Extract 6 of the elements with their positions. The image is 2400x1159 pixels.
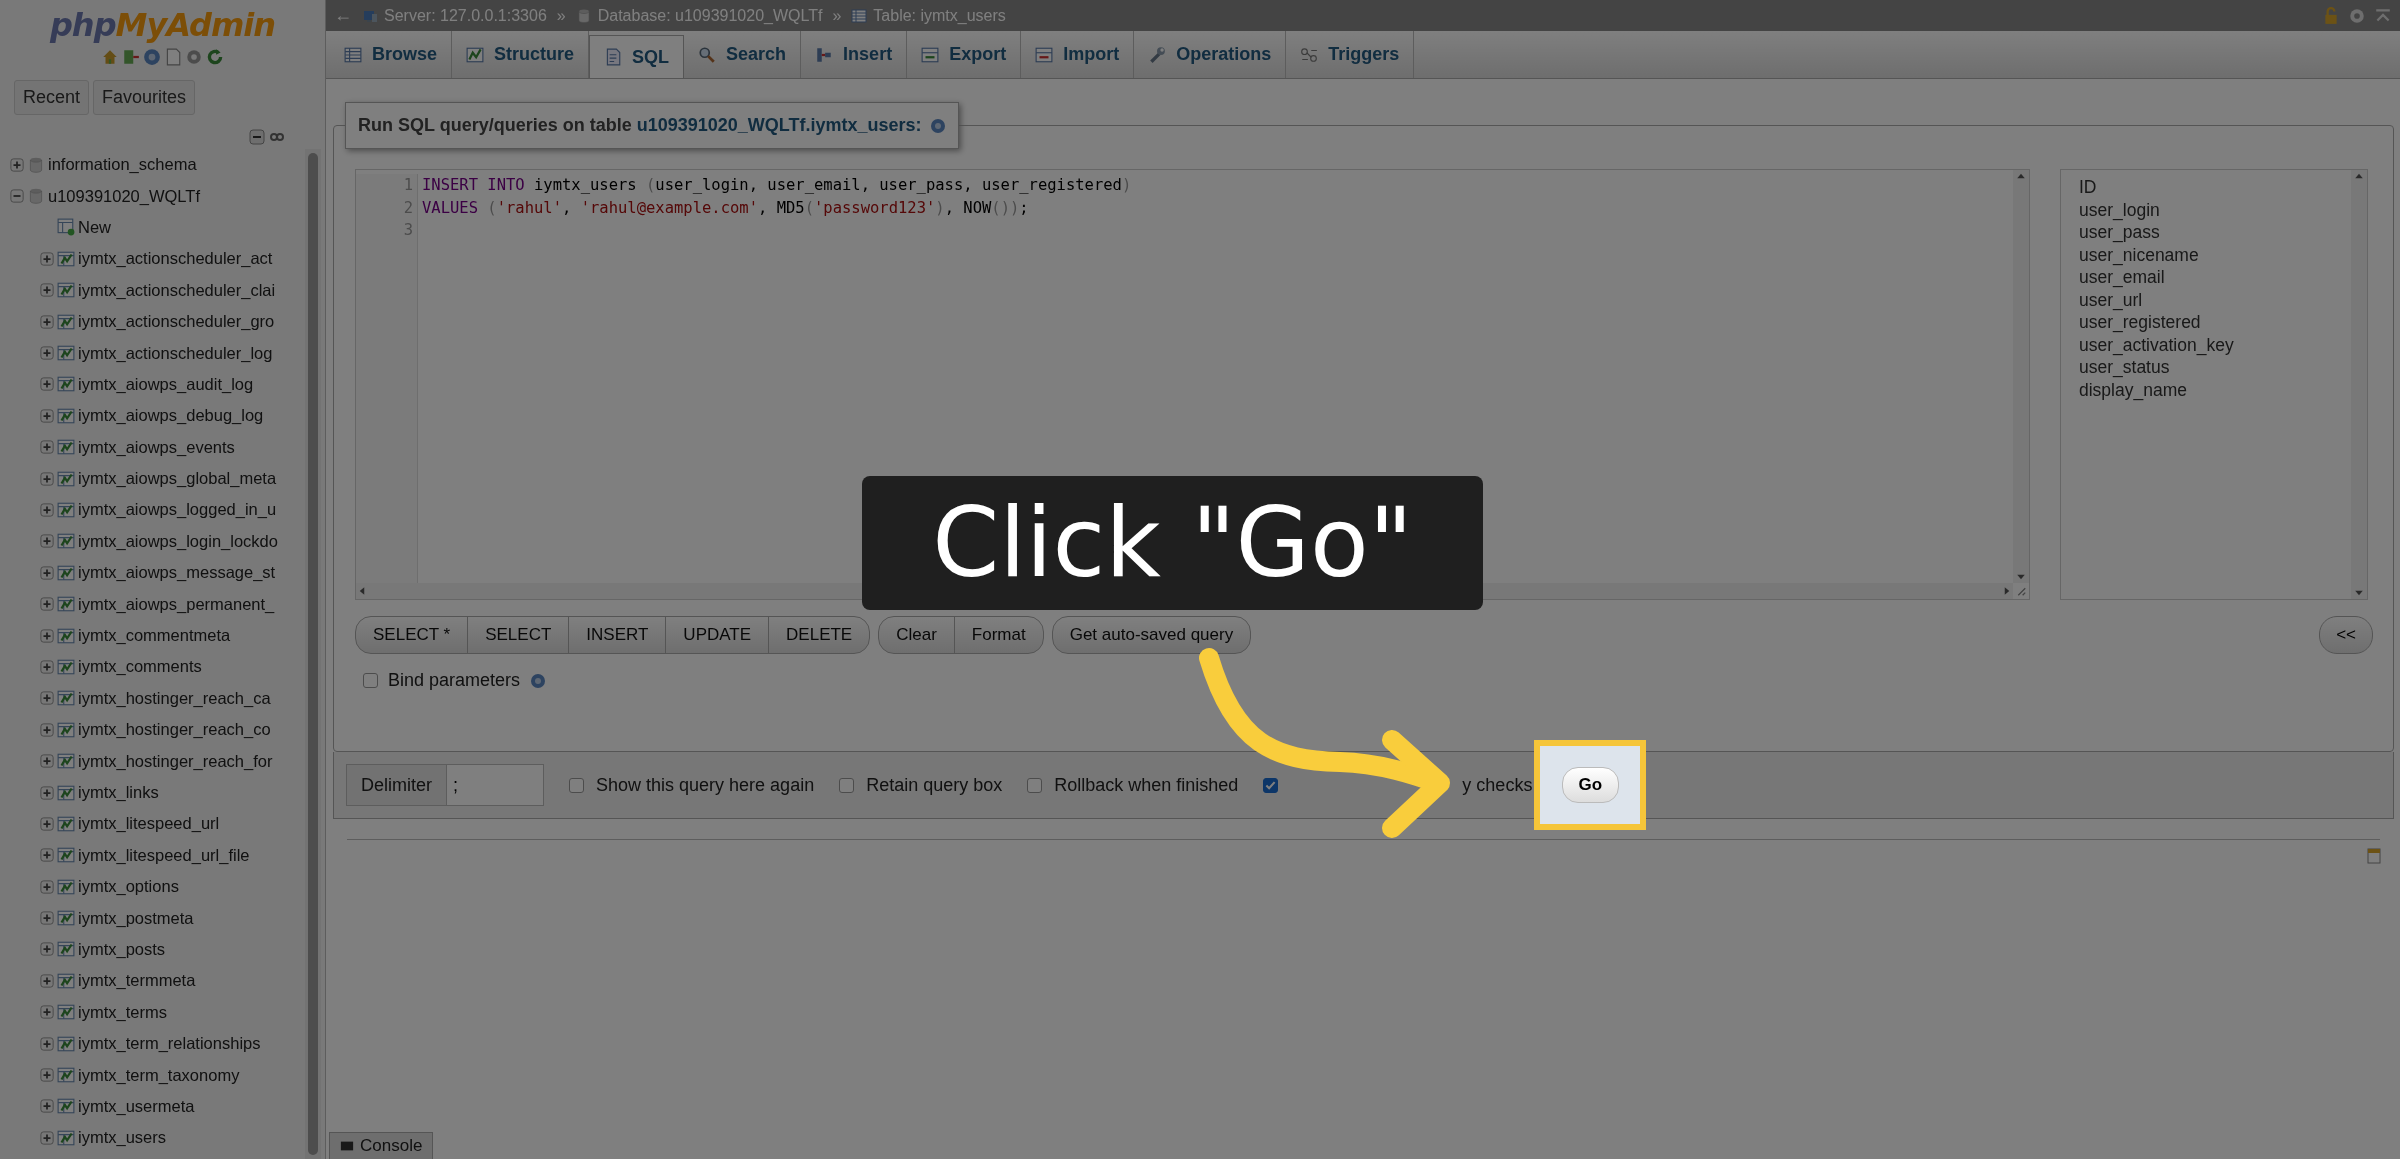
code-line: INSERT INTO iymtx_users (user_login, user_email, user_pass, user_registered) [422,175,1132,196]
callout-tooltip: Click "Go" [862,476,1483,610]
separator: » [832,6,842,25]
legend-text: Run SQL query/queries on table u109391020_WQLTf.iymtx_users: [358,115,922,136]
code-line: VALUES ('rahul', 'rahul@example.com', MD5('password123'), NOW()); [422,197,1030,219]
separator: » [556,6,566,25]
